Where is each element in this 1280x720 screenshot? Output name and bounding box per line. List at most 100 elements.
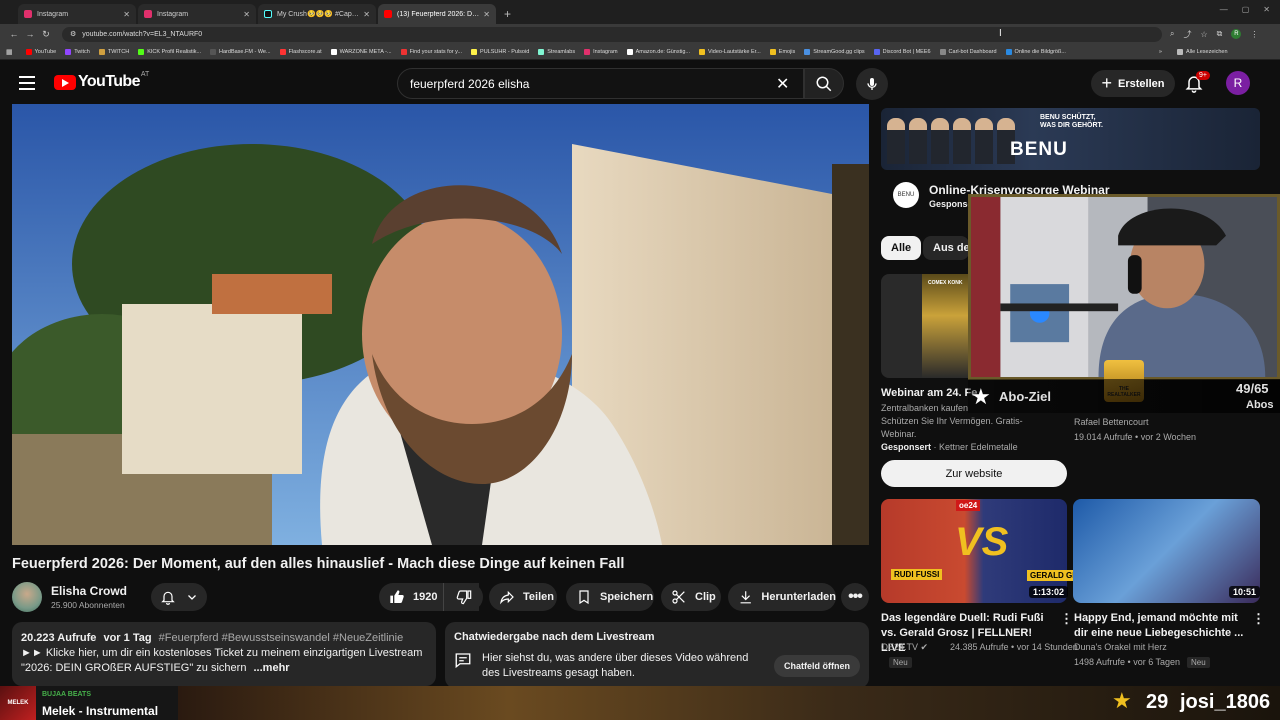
browser-tab[interactable]: My Crush🥺🥺🥺 #CapCut # ✕: [258, 4, 376, 24]
more-vertical-icon[interactable]: ⋮: [1060, 611, 1073, 627]
bookmark-item[interactable]: YouTube: [25, 48, 57, 55]
video-channel[interactable]: Rafael Bettencourt: [1074, 417, 1149, 427]
video-channel[interactable]: Duna's Orakel mit Herz: [1074, 642, 1167, 652]
bookmark-label: YouTube: [34, 48, 57, 55]
profile-avatar[interactable]: R: [1231, 29, 1242, 39]
bookmark-item[interactable]: Carl-bot Dashboard: [939, 48, 997, 55]
search-icon: [816, 76, 832, 91]
dislike-button[interactable]: [443, 583, 483, 611]
channel-avatar[interactable]: [12, 582, 42, 612]
bookmark-item[interactable]: Emojis: [769, 48, 795, 55]
close-tab-icon[interactable]: ✕: [123, 10, 130, 19]
subscription-notifications-button[interactable]: [151, 583, 207, 611]
forward-icon[interactable]: →: [22, 29, 38, 39]
browser-tab[interactable]: Instagram ✕: [18, 4, 136, 24]
thumbnail-vs-text: VS: [955, 520, 1009, 564]
video-channel[interactable]: OE24.TV ✔: [881, 642, 928, 653]
save-button[interactable]: Speichern: [566, 583, 654, 611]
search-button[interactable]: [804, 68, 844, 99]
channel-name[interactable]: Elisha Crowd: [51, 584, 127, 598]
video-player[interactable]: [12, 104, 869, 545]
open-chat-button[interactable]: Chatfeld öffnen: [774, 655, 860, 677]
bookmark-item[interactable]: Amazon.de: Günstig...: [626, 48, 690, 55]
back-icon[interactable]: ←: [6, 29, 22, 39]
account-avatar[interactable]: R: [1226, 71, 1250, 95]
latest-sub-name: josi_1806: [1180, 691, 1271, 713]
video-title[interactable]: Happy End, jemand möchte mit dir eine ne…: [1074, 611, 1250, 641]
bookmark-label: Carl-bot Dashboard: [948, 48, 997, 55]
voice-search-button[interactable]: [856, 68, 888, 100]
url-text: youtube.com/watch?v=EL3_NTAURF0: [82, 30, 203, 38]
instagram-icon: [24, 10, 32, 18]
ad2-desc-line: Schützen Sie Ihr Vermögen. Gratis-: [881, 416, 1023, 426]
bookmark-favicon-icon: [584, 48, 591, 55]
plus-icon: +: [1101, 73, 1113, 93]
visit-website-button[interactable]: Zur website: [881, 460, 1067, 487]
create-button[interactable]: + Erstellen: [1091, 70, 1175, 97]
hashtags[interactable]: #Feuerpferd #Bewusstseinswandel #NeueZei…: [159, 632, 404, 644]
folder-icon: [98, 48, 105, 55]
ad2-title[interactable]: Webinar am 24. Fe: [881, 387, 977, 399]
chat-replay-box: Chatwiedergabe nach dem Livestream Hier …: [445, 622, 869, 688]
bookmark-item[interactable]: HardBase.FM - We...: [210, 48, 271, 55]
tab-title: My Crush🥺🥺🥺 #CapCut #: [277, 11, 359, 18]
clear-search-icon[interactable]: ✕: [776, 74, 789, 94]
description-box[interactable]: 20.223 Aufrufe vor 1 Tag #Feuerpferd #Be…: [12, 622, 436, 686]
browser-tab-bar: Instagram ✕ Instagram ✕ My Crush🥺🥺🥺 #Cap…: [0, 0, 1280, 24]
maximize-icon[interactable]: ▢: [1242, 5, 1250, 14]
bookmark-item[interactable]: Discord Bot | MEE6: [873, 48, 931, 55]
video-meta: 24.385 Aufrufe • vor 14 Stunden: [950, 642, 1078, 652]
reload-icon[interactable]: ↻: [38, 29, 54, 40]
zoom-icon[interactable]: ⌕: [1170, 29, 1174, 39]
more-vertical-icon[interactable]: ⋮: [1252, 611, 1265, 627]
bookmark-item[interactable]: Find your stats for y...: [400, 48, 462, 55]
bookmark-item[interactable]: WARZONE META -...: [330, 48, 392, 55]
download-button[interactable]: Herunterladen: [728, 583, 836, 611]
extensions-icon[interactable]: ⧉: [1217, 29, 1223, 39]
bookmark-item[interactable]: Twitch: [65, 48, 90, 55]
close-tab-icon[interactable]: ✕: [243, 10, 250, 19]
ad2-desc-line: Webinar.: [881, 429, 917, 439]
all-bookmarks-button[interactable]: Alle Lesezeichen: [1176, 48, 1228, 55]
bookmark-label: Video-Lautstärke Er...: [707, 48, 761, 55]
apps-grid-icon[interactable]: ▦: [6, 48, 13, 56]
bookmark-item[interactable]: Flashscore.at: [279, 48, 322, 55]
chip-all[interactable]: Alle: [881, 236, 922, 260]
advertiser-logo[interactable]: BENU: [893, 182, 919, 208]
browser-tab-active[interactable]: (13) Feuerpferd 2026: Der Mom ✕: [378, 4, 496, 24]
share-page-icon[interactable]: ⤴: [1183, 29, 1191, 40]
bookmarks-overflow-icon[interactable]: »: [1159, 49, 1162, 55]
webcam-image: [971, 197, 1277, 377]
menu-hamburger-icon[interactable]: [19, 76, 35, 90]
youtube-logo[interactable]: YouTube AT: [54, 71, 149, 91]
site-info-icon[interactable]: ⚙: [70, 30, 76, 38]
show-more-link[interactable]: ...mehr: [254, 662, 290, 674]
url-field[interactable]: ⚙ youtube.com/watch?v=EL3_NTAURF0: [62, 26, 1162, 42]
menu-dots-icon[interactable]: ⋮: [1250, 30, 1258, 39]
close-tab-icon[interactable]: ✕: [483, 10, 490, 19]
bookmark-item[interactable]: TWITCH: [98, 48, 129, 55]
new-tab-icon[interactable]: +: [504, 4, 511, 24]
browser-tab[interactable]: Instagram ✕: [138, 4, 256, 24]
share-button[interactable]: Teilen: [489, 583, 557, 611]
close-tab-icon[interactable]: ✕: [363, 10, 370, 19]
chip-from-searches[interactable]: Aus deinen Suchanfragen: [923, 236, 969, 260]
bookmark-item[interactable]: StreamGood.gg clips: [804, 48, 865, 55]
search-input[interactable]: feuerpferd 2026 elisha: [397, 68, 804, 99]
bookmark-item[interactable]: PULSUHR - Pulsoid: [471, 48, 529, 55]
bookmark-icon: [579, 590, 589, 605]
thumbs-up-icon: [390, 590, 404, 603]
bookmark-item[interactable]: Video-Lautstärke Er...: [698, 48, 761, 55]
create-label: Erstellen: [1118, 77, 1165, 90]
tab-title: Instagram: [157, 10, 189, 18]
bookmark-item[interactable]: Streamlabs: [538, 48, 575, 55]
bookmark-item[interactable]: Instagram: [584, 48, 618, 55]
clip-button[interactable]: Clip: [661, 583, 721, 611]
minimize-icon[interactable]: —: [1220, 5, 1228, 14]
bookmark-star-icon[interactable]: ☆: [1200, 30, 1207, 39]
video-meta: 1498 Aufrufe • vor 6 Tagen: [1074, 657, 1181, 667]
more-actions-button[interactable]: •••: [841, 583, 869, 611]
bookmark-item[interactable]: Online die Bildgröß...: [1005, 48, 1066, 55]
close-window-icon[interactable]: ✕: [1263, 5, 1270, 14]
bookmark-item[interactable]: KICK Profil Realistik...: [138, 48, 201, 55]
